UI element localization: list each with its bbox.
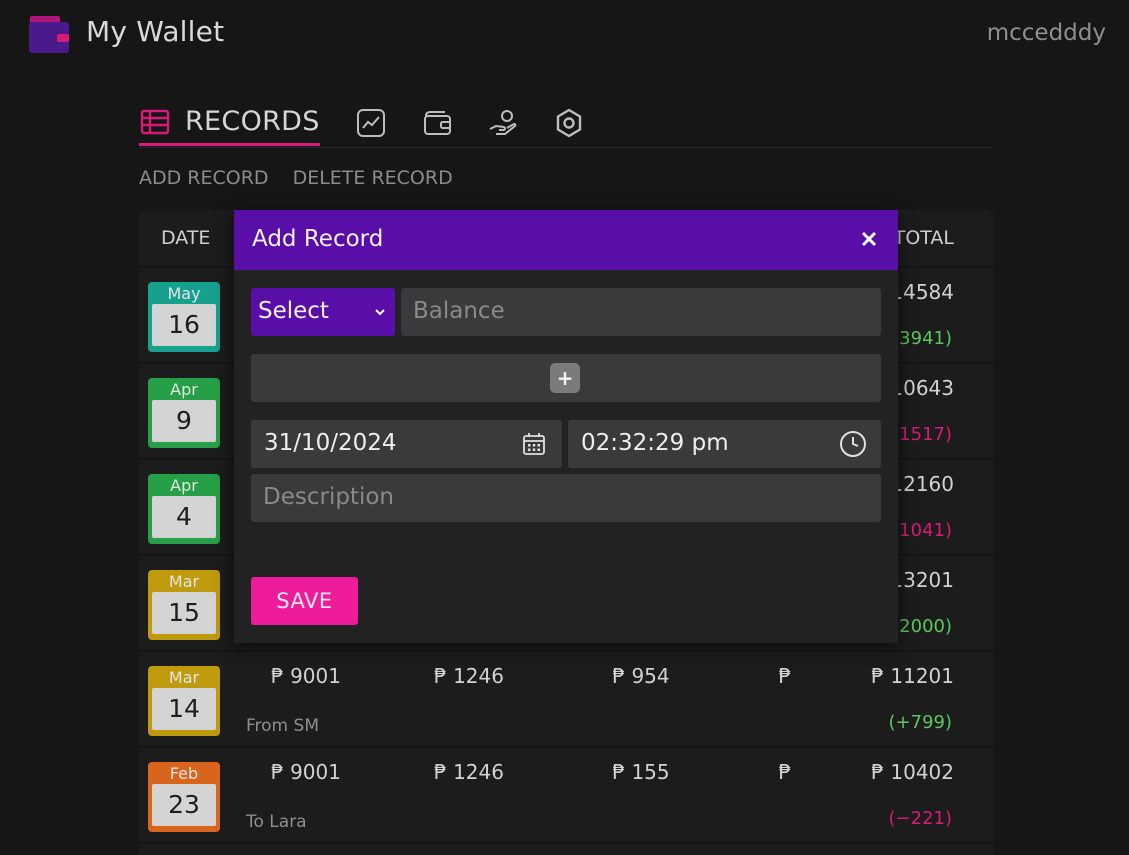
tab-debts[interactable]	[487, 100, 519, 146]
wallet-logo-icon	[29, 16, 69, 53]
total-cell: 12160	[890, 472, 954, 496]
amount-cell: ₱ 1246	[434, 760, 504, 784]
amount-cell: ₱ 954	[612, 664, 670, 688]
total-cell: ₱ 11201	[871, 664, 954, 688]
add-record-button[interactable]: ADD RECORD	[139, 167, 269, 189]
chevron-down-icon	[375, 309, 385, 316]
time-value: 02:32:29 pm	[581, 430, 729, 456]
chart-line-icon	[355, 107, 387, 139]
amount-cell: ₱ 9001	[271, 760, 341, 784]
amount-cell: ₱ 155	[612, 760, 670, 784]
total-cell: 13201	[890, 568, 954, 592]
hand-money-icon	[487, 107, 519, 139]
clock-icon[interactable]	[839, 430, 867, 458]
amount-cell: ₱ 9001	[271, 664, 341, 688]
tab-records[interactable]: RECORDS	[139, 100, 320, 146]
date-badge: May 16	[148, 282, 220, 352]
settings-hexagon-icon	[553, 107, 585, 139]
total-cell: 14584	[890, 280, 954, 304]
amount-cell: ₱	[778, 664, 792, 688]
time-input[interactable]: 02:32:29 pm	[568, 420, 881, 468]
description-placeholder: Description	[263, 484, 394, 510]
description-input[interactable]: Description	[251, 474, 881, 522]
amount-cell: ₱	[778, 760, 792, 784]
close-icon[interactable]	[860, 230, 878, 248]
tab-records-label: RECORDS	[185, 106, 320, 137]
wallet-icon	[421, 107, 453, 139]
modal-title: Add Record	[252, 226, 384, 252]
date-month: Apr	[170, 380, 198, 399]
change-value: (+799)	[888, 712, 952, 733]
date-day: 9	[152, 400, 216, 442]
date-day: 16	[152, 304, 216, 346]
account-select-value: Select	[258, 298, 329, 324]
date-day: 15	[152, 592, 216, 634]
table-row[interactable]: Mar 14 ₱ 9001 ₱ 1246 ₱ 954 ₱ ₱ 11201 (+799) From…	[139, 654, 994, 748]
delete-record-button[interactable]: DELETE RECORD	[293, 167, 453, 189]
add-entry-row: +	[251, 354, 881, 402]
record-actions: ADD RECORD DELETE RECORD	[139, 167, 453, 189]
total-cell: 10643	[890, 376, 954, 400]
date-month: May	[167, 284, 201, 303]
account-select[interactable]: Select	[251, 288, 395, 336]
add-record-modal: Add Record Select Balance + 31/10/2024 0…	[234, 210, 898, 643]
modal-header: Add Record	[234, 210, 898, 270]
date-day: 4	[152, 496, 216, 538]
date-badge: Apr 9	[148, 378, 220, 448]
username[interactable]: mccedddy	[987, 20, 1106, 46]
record-description: To Lara	[246, 812, 307, 832]
table-icon	[139, 106, 171, 138]
tab-bar: RECORDS	[139, 100, 994, 148]
date-value: 31/10/2024	[264, 430, 397, 456]
tab-settings[interactable]	[553, 100, 585, 146]
balance-input[interactable]: Balance	[401, 288, 881, 336]
date-month: Mar	[168, 668, 200, 687]
table-row[interactable]: Feb 23 ₱ 9001 ₱ 1246 ₱ 155 ₱ ₱ 10402 (−221) To L…	[139, 750, 994, 844]
tab-statistics[interactable]	[355, 100, 387, 146]
date-month: Apr	[170, 476, 198, 495]
date-month: Feb	[169, 764, 199, 783]
change-value: (−221)	[888, 808, 952, 829]
date-badge: Mar 14	[148, 666, 220, 736]
app-title: My Wallet	[86, 15, 225, 48]
column-header-date: DATE	[161, 227, 211, 249]
amount-cell: ₱ 1246	[434, 664, 504, 688]
column-header-total: TOTAL	[893, 227, 954, 249]
date-day: 14	[152, 688, 216, 730]
date-badge: Mar 15	[148, 570, 220, 640]
app-header: My Wallet mccedddy	[0, 0, 1129, 72]
total-cell: ₱ 10402	[871, 760, 954, 784]
balance-placeholder: Balance	[413, 298, 505, 324]
date-month: Mar	[168, 572, 200, 591]
calendar-icon[interactable]	[520, 430, 548, 458]
tab-accounts[interactable]	[421, 100, 453, 146]
date-badge: Feb 23	[148, 762, 220, 832]
date-badge: Apr 4	[148, 474, 220, 544]
save-button[interactable]: SAVE	[251, 577, 358, 625]
date-day: 23	[152, 784, 216, 826]
record-description: From SM	[246, 716, 319, 736]
add-entry-button[interactable]: +	[550, 363, 580, 393]
date-input[interactable]: 31/10/2024	[251, 420, 562, 468]
